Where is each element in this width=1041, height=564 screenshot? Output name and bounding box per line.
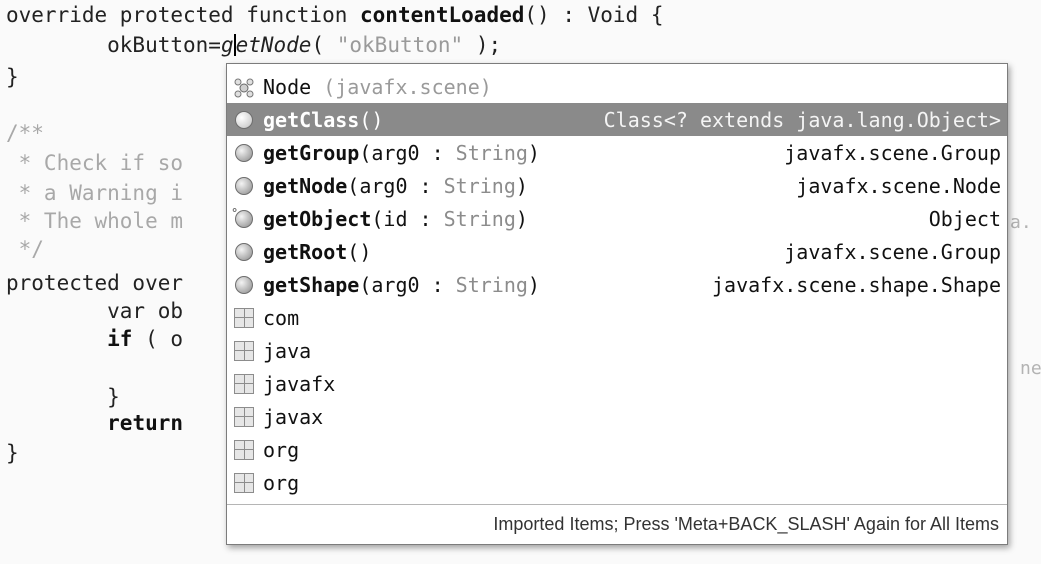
completion-name: org xyxy=(263,437,300,462)
keyword: return xyxy=(107,411,184,435)
method-icon xyxy=(233,175,255,197)
completion-return-type: Object xyxy=(928,206,1001,231)
method-name: contentLoaded xyxy=(360,3,525,27)
completion-name: getGroup xyxy=(263,140,360,165)
completion-signature: (id : String) xyxy=(371,206,528,231)
completion-item-package[interactable]: com xyxy=(227,301,1007,334)
completion-item-package[interactable]: javax xyxy=(227,400,1007,433)
code-line-return: return xyxy=(6,408,183,438)
code-line-end: } xyxy=(6,441,19,465)
method-icon xyxy=(233,142,255,164)
completion-name: javafx xyxy=(263,371,336,396)
completion-return-type: javafx.scene.shape.Shape xyxy=(712,272,1001,297)
code-line-1: override protected function contentLoade… xyxy=(6,0,663,30)
completion-return-type: javafx.scene.Group xyxy=(784,140,1001,165)
completion-item-method[interactable]: getShape (arg0 : String) javafx.scene.sh… xyxy=(227,268,1007,301)
completion-signature: (arg0 : String) xyxy=(359,140,540,165)
completion-item-method[interactable]: getGroup (arg0 : String) javafx.scene.Gr… xyxy=(227,136,1007,169)
code-text-fragment: ne xyxy=(1020,358,1041,379)
completion-item-method-selected[interactable]: getClass () Class<? extends java.lang.Ob… xyxy=(227,103,1007,136)
code-text: ); xyxy=(463,33,502,57)
completion-item-package[interactable]: javafx xyxy=(227,367,1007,400)
completion-item-package[interactable]: org xyxy=(227,466,1007,499)
lock-icon: ⚬ xyxy=(230,203,240,217)
code-line-if: if ( o xyxy=(6,324,183,354)
completion-name: getNode xyxy=(263,173,348,198)
keyword: if xyxy=(107,327,133,351)
completion-footer-hint[interactable]: Imported Items; Press 'Meta+BACK_SLASH' … xyxy=(227,504,1007,544)
completion-name: getClass xyxy=(263,107,360,132)
completion-item-method[interactable]: ⚬ getObject (id : String) Object xyxy=(227,202,1007,235)
code-text-fragment: a. xyxy=(1010,212,1032,233)
method-icon xyxy=(233,109,255,131)
comment-line: * Check if so xyxy=(6,151,184,175)
completion-signature: () xyxy=(359,107,384,132)
code-text: g xyxy=(220,33,234,57)
code-text: override protected function xyxy=(6,3,361,27)
completion-return-type: Class<? extends java.lang.Object> xyxy=(603,107,1001,132)
code-text: ( xyxy=(311,33,337,57)
completion-name: getObject xyxy=(263,206,372,231)
completion-name: Node xyxy=(263,74,312,99)
completion-name: org xyxy=(263,470,300,495)
code-text: ( o xyxy=(132,327,184,351)
code-text: () : Void { xyxy=(524,3,664,27)
package-icon xyxy=(233,439,255,461)
code-text: okButton= xyxy=(6,33,221,57)
package-icon xyxy=(233,406,255,428)
completion-signature: (arg0 : String) xyxy=(347,173,528,198)
code-line-protected: protected over xyxy=(6,271,184,295)
completion-package-hint: (javafx.scene) xyxy=(311,74,492,99)
completion-return-type: javafx.scene.Group xyxy=(784,239,1001,264)
package-icon xyxy=(233,373,255,395)
footer-text: Imported Items; Press 'Meta+BACK_SLASH' … xyxy=(493,514,999,534)
comment-line: * The whole m xyxy=(6,209,184,233)
code-line-2: okButton=getNode( "okButton" ); xyxy=(6,30,501,60)
completion-name: getRoot xyxy=(263,239,348,264)
package-icon xyxy=(233,340,255,362)
completion-name: com xyxy=(263,305,300,330)
comment-line: */ xyxy=(6,237,44,261)
completion-name: getShape xyxy=(263,272,360,297)
completion-name: javax xyxy=(263,404,324,429)
comment-line: /** xyxy=(6,121,44,145)
completion-item-method[interactable]: getRoot () javafx.scene.Group xyxy=(227,235,1007,268)
completion-signature: (arg0 : String) xyxy=(359,272,540,297)
completion-return-type: javafx.scene.Node xyxy=(796,173,1001,198)
code-line-3: } xyxy=(6,65,19,89)
method-icon xyxy=(233,274,255,296)
method-icon: ⚬ xyxy=(230,204,255,230)
package-icon xyxy=(233,307,255,329)
class-icon xyxy=(233,76,255,98)
code-line-var: var ob xyxy=(6,299,184,323)
completion-item-method[interactable]: getNode (arg0 : String) javafx.scene.Nod… xyxy=(227,169,1007,202)
string-literal: "okButton" xyxy=(336,33,464,57)
completion-name: java xyxy=(263,338,312,363)
completion-item-package[interactable]: org xyxy=(227,433,1007,466)
completion-item-package[interactable]: java xyxy=(227,334,1007,367)
code-text: etNode xyxy=(235,33,312,57)
code-completion-popup[interactable]: Node (javafx.scene) getClass () Class<? … xyxy=(226,63,1008,545)
completion-item-class[interactable]: Node (javafx.scene) xyxy=(227,70,1007,103)
package-icon xyxy=(233,472,255,494)
comment-line: * a Warning i xyxy=(6,181,184,205)
method-icon xyxy=(233,241,255,263)
completion-signature: () xyxy=(347,239,372,264)
